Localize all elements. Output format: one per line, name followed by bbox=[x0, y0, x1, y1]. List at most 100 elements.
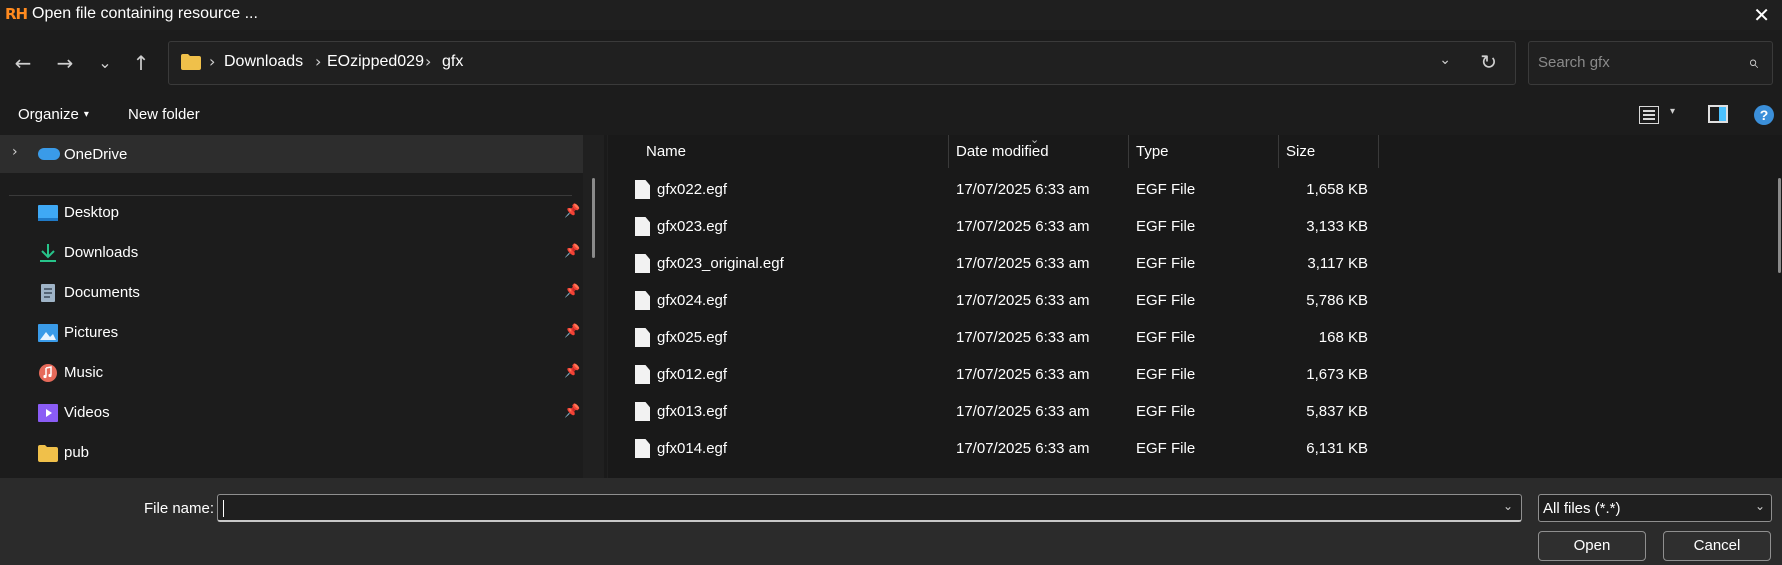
pin-icon: 📌 bbox=[564, 284, 581, 299]
cancel-button[interactable]: Cancel bbox=[1663, 531, 1771, 561]
up-arrow-icon[interactable]: ↑ bbox=[126, 48, 156, 78]
title-bar: RH Open file containing resource ... ✕ bbox=[0, 0, 1782, 30]
column-header-date-modified[interactable]: Date modified bbox=[956, 143, 1049, 160]
file-name-dropdown-icon[interactable]: ⌄ bbox=[1503, 499, 1513, 513]
sidebar-item-documents[interactable]: Documents 📌 bbox=[0, 273, 583, 313]
recent-locations-icon[interactable]: ⌄ bbox=[90, 48, 120, 78]
address-bar[interactable]: › Downloads › EOzipped029 › gfx ⌄ ↻ bbox=[168, 41, 1516, 85]
file-icon bbox=[635, 402, 650, 421]
file-date-cell: 17/07/2025 6:33 am bbox=[956, 181, 1090, 198]
file-date-cell: 17/07/2025 6:33 am bbox=[956, 403, 1090, 420]
file-size-cell: 6,131 KB bbox=[1306, 440, 1368, 457]
file-name-cell: gfx023.egf bbox=[657, 218, 728, 235]
file-date-cell: 17/07/2025 6:33 am bbox=[956, 329, 1090, 346]
chevron-right-icon[interactable]: › bbox=[12, 144, 18, 160]
sidebar-item-onedrive[interactable]: › OneDrive bbox=[0, 135, 583, 173]
folder-icon bbox=[181, 54, 201, 70]
address-dropdown-icon[interactable]: ⌄ bbox=[1439, 52, 1451, 68]
file-date-cell: 17/07/2025 6:33 am bbox=[956, 292, 1090, 309]
close-icon[interactable]: ✕ bbox=[1753, 3, 1770, 27]
file-date-cell: 17/07/2025 6:33 am bbox=[956, 366, 1090, 383]
open-button[interactable]: Open bbox=[1538, 531, 1646, 561]
file-type-cell: EGF File bbox=[1136, 403, 1196, 420]
file-icon bbox=[635, 439, 650, 458]
file-row[interactable]: gfx023.egf 17/07/2025 6:33 am EGF File 3,13… bbox=[608, 208, 1782, 245]
search-icon[interactable]: ⌕ bbox=[1748, 52, 1758, 73]
sidebar-item-music[interactable]: Music 📌 bbox=[0, 353, 583, 393]
column-header-size[interactable]: Size bbox=[1286, 143, 1315, 160]
file-date-cell: 17/07/2025 6:33 am bbox=[956, 440, 1090, 457]
file-size-cell: 1,673 KB bbox=[1306, 366, 1368, 383]
column-header-name[interactable]: Name bbox=[646, 143, 686, 160]
column-header-type[interactable]: Type bbox=[1136, 143, 1169, 160]
sidebar-item-videos[interactable]: Videos 📌 bbox=[0, 393, 583, 433]
sidebar-item-pub[interactable]: pub bbox=[0, 433, 583, 473]
file-row[interactable]: gfx023_original.egf 17/07/2025 6:33 am EGF… bbox=[608, 245, 1782, 282]
sidebar-item-label: OneDrive bbox=[64, 146, 128, 163]
sidebar-item-label: Downloads bbox=[64, 244, 139, 261]
file-list-scrollbar[interactable] bbox=[1778, 178, 1781, 273]
file-row[interactable]: gfx013.egf 17/07/2025 6:33 am EGF File 5,83… bbox=[608, 393, 1782, 430]
file-icon bbox=[635, 328, 650, 347]
file-icon bbox=[635, 180, 650, 199]
pane-splitter[interactable] bbox=[604, 135, 607, 478]
refresh-icon[interactable]: ↻ bbox=[1480, 50, 1497, 74]
help-icon[interactable]: ? bbox=[1754, 105, 1774, 125]
music-icon bbox=[39, 364, 57, 382]
breadcrumb-downloads[interactable]: Downloads bbox=[224, 53, 303, 71]
column-divider[interactable] bbox=[948, 135, 949, 168]
text-cursor bbox=[223, 500, 224, 517]
file-name-cell: gfx014.egf bbox=[657, 440, 728, 457]
back-arrow-icon[interactable]: ← bbox=[8, 48, 38, 78]
view-options-icon[interactable] bbox=[1639, 106, 1659, 124]
file-type-filter-value: All files (*.*) bbox=[1543, 500, 1621, 517]
file-row[interactable]: gfx024.egf 17/07/2025 6:33 am EGF File 5,78… bbox=[608, 282, 1782, 319]
breadcrumb-separator-icon: › bbox=[209, 52, 216, 71]
sidebar-item-pictures[interactable]: Pictures 📌 bbox=[0, 313, 583, 353]
sidebar-item-desktop[interactable]: Desktop 📌 bbox=[0, 193, 583, 233]
file-size-cell: 3,117 KB bbox=[1307, 255, 1368, 272]
file-name-cell: gfx012.egf bbox=[657, 366, 728, 383]
sidebar-item-label: Desktop bbox=[64, 204, 120, 221]
documents-icon bbox=[41, 284, 55, 302]
file-row[interactable]: gfx025.egf 17/07/2025 6:33 am EGF File 168 … bbox=[608, 319, 1782, 356]
file-icon bbox=[635, 254, 650, 273]
column-divider[interactable] bbox=[1278, 135, 1279, 168]
organize-menu[interactable]: Organize ▾ bbox=[18, 106, 89, 123]
column-divider[interactable] bbox=[1378, 135, 1379, 168]
file-row[interactable]: gfx022.egf 17/07/2025 6:33 am EGF File 1,65… bbox=[608, 171, 1782, 208]
file-name-cell: gfx013.egf bbox=[657, 403, 728, 420]
folder-icon bbox=[38, 445, 58, 462]
new-folder-button[interactable]: New folder bbox=[128, 106, 200, 123]
sidebar-item-downloads[interactable]: Downloads 📌 bbox=[0, 233, 583, 273]
breadcrumb-gfx[interactable]: gfx bbox=[442, 53, 463, 71]
file-name-cell: gfx025.egf bbox=[657, 329, 728, 346]
file-row[interactable]: gfx014.egf 17/07/2025 6:33 am EGF File 6,13… bbox=[608, 430, 1782, 467]
file-type-cell: EGF File bbox=[1136, 366, 1196, 383]
view-dropdown-icon[interactable]: ▾ bbox=[1670, 106, 1675, 117]
file-type-cell: EGF File bbox=[1136, 329, 1196, 346]
pictures-icon bbox=[38, 324, 58, 342]
breadcrumb-separator-icon: › bbox=[315, 52, 322, 71]
navigation-pane: › OneDrive Desktop 📌 Downloads 📌 Documen… bbox=[0, 135, 583, 478]
search-box[interactable]: Search gfx ⌕ bbox=[1528, 41, 1773, 85]
forward-arrow-icon[interactable]: → bbox=[50, 48, 80, 78]
search-input[interactable]: Search gfx bbox=[1538, 54, 1610, 71]
pin-icon: 📌 bbox=[564, 204, 581, 219]
breadcrumb-eozipped029[interactable]: EOzipped029 bbox=[327, 53, 424, 71]
column-divider[interactable] bbox=[1128, 135, 1129, 168]
preview-pane-icon[interactable] bbox=[1708, 105, 1728, 123]
file-type-filter-select[interactable]: All files (*.*) ⌄ bbox=[1538, 494, 1772, 522]
file-name-input[interactable]: ⌄ bbox=[217, 494, 1522, 522]
pin-icon: 📌 bbox=[564, 244, 581, 259]
file-type-cell: EGF File bbox=[1136, 181, 1196, 198]
file-name-cell: gfx022.egf bbox=[657, 181, 728, 198]
sidebar-item-label: pub bbox=[64, 444, 90, 461]
file-icon bbox=[635, 217, 650, 236]
app-icon: RH bbox=[5, 5, 28, 23]
file-list: Name ⌄ Date modified Type Size gfx022.eg… bbox=[608, 135, 1782, 478]
file-row[interactable]: gfx012.egf 17/07/2025 6:33 am EGF File 1,67… bbox=[608, 356, 1782, 393]
navigation-scrollbar[interactable] bbox=[592, 178, 595, 258]
file-name-cell: gfx023_original.egf bbox=[657, 255, 784, 272]
desktop-icon bbox=[38, 205, 58, 221]
